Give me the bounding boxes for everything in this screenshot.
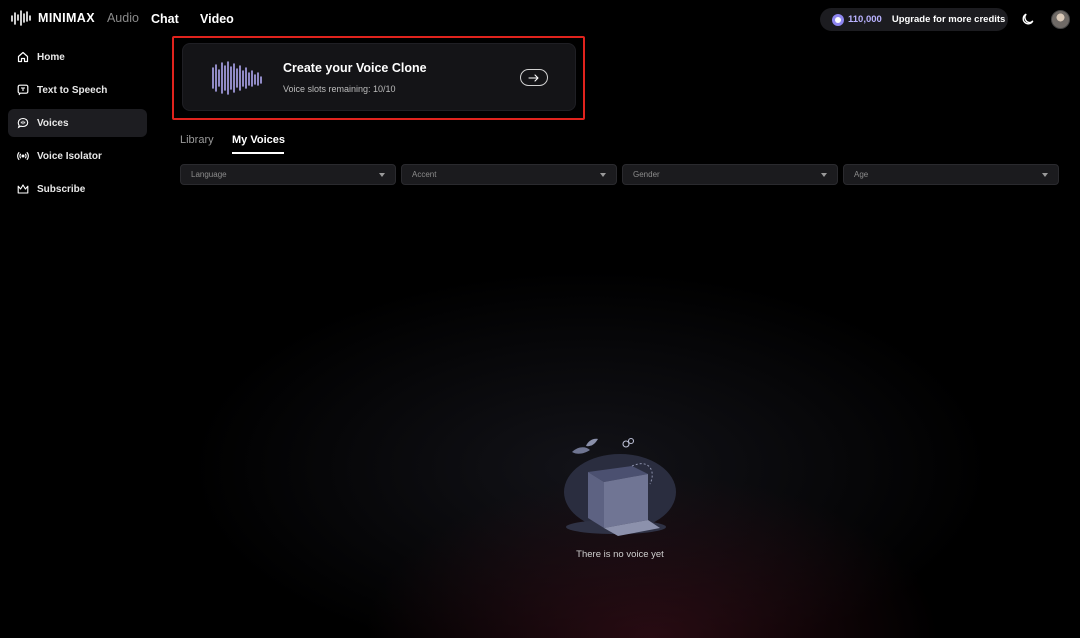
voice-slots-remaining: Voice slots remaining: 10/10 — [283, 84, 396, 94]
home-icon — [17, 51, 29, 63]
create-voice-clone-card[interactable]: Create your Voice Clone Voice slots rema… — [182, 43, 576, 111]
accent-select[interactable]: Accent — [401, 164, 617, 185]
nav-chat[interactable]: Chat — [151, 12, 179, 26]
gender-select[interactable]: Gender — [622, 164, 838, 185]
empty-state-message: There is no voice yet — [576, 549, 664, 560]
chevron-down-icon — [821, 173, 827, 177]
empty-box-illustration-icon — [564, 437, 676, 536]
crown-icon — [17, 184, 29, 194]
avatar[interactable] — [1051, 10, 1070, 29]
sidebar-item-voice-isolator[interactable]: Voice Isolator — [8, 142, 147, 170]
brand-name: MINIMAX — [38, 11, 95, 25]
age-select[interactable]: Age — [843, 164, 1059, 185]
tab-my-voices[interactable]: My Voices — [232, 134, 285, 146]
arrow-right-icon — [528, 73, 539, 82]
language-select[interactable]: Language — [180, 164, 396, 185]
top-bar: MINIMAX Audio Chat Video 110,000 Upgrade… — [0, 0, 1080, 40]
upgrade-link[interactable]: Upgrade for more credits — [892, 14, 1006, 25]
minimax-logo-icon — [11, 10, 31, 26]
sidebar-item-label: Voice Isolator — [37, 150, 102, 162]
sidebar-item-label: Home — [37, 51, 65, 63]
credits-coin-icon — [832, 13, 844, 26]
language-select-placeholder: Language — [191, 170, 227, 179]
sidebar-item-subscribe[interactable]: Subscribe — [8, 175, 147, 203]
text-to-speech-icon — [17, 84, 29, 96]
theme-toggle-moon-icon[interactable] — [1021, 12, 1035, 26]
chevron-down-icon — [1042, 173, 1048, 177]
credits-pill[interactable]: 110,000 Upgrade for more credits — [820, 8, 1008, 31]
clone-arrow-button[interactable] — [520, 69, 548, 86]
sidebar-item-text-to-speech[interactable]: Text to Speech — [8, 76, 147, 104]
credits-amount: 110,000 — [848, 14, 882, 25]
sidebar-item-label: Text to Speech — [37, 84, 108, 96]
active-tab-indicator — [232, 152, 284, 154]
voices-icon — [17, 117, 29, 129]
waveform-icon — [212, 61, 262, 95]
age-select-placeholder: Age — [854, 170, 869, 179]
accent-select-placeholder: Accent — [412, 170, 437, 179]
chevron-down-icon — [600, 173, 606, 177]
sidebar-item-voices[interactable]: Voices — [8, 109, 147, 137]
clone-card-title: Create your Voice Clone — [283, 61, 427, 75]
logo[interactable]: MINIMAX Audio — [10, 9, 139, 27]
sidebar-item-home[interactable]: Home — [8, 43, 147, 71]
sidebar-item-label: Subscribe — [37, 183, 86, 195]
gender-select-placeholder: Gender — [633, 170, 660, 179]
nav-video[interactable]: Video — [200, 12, 234, 26]
sidebar-item-label: Voices — [37, 117, 69, 129]
chevron-down-icon — [379, 173, 385, 177]
tab-library[interactable]: Library — [180, 134, 214, 146]
product-name: Audio — [106, 11, 139, 25]
voice-isolator-icon — [17, 151, 29, 161]
